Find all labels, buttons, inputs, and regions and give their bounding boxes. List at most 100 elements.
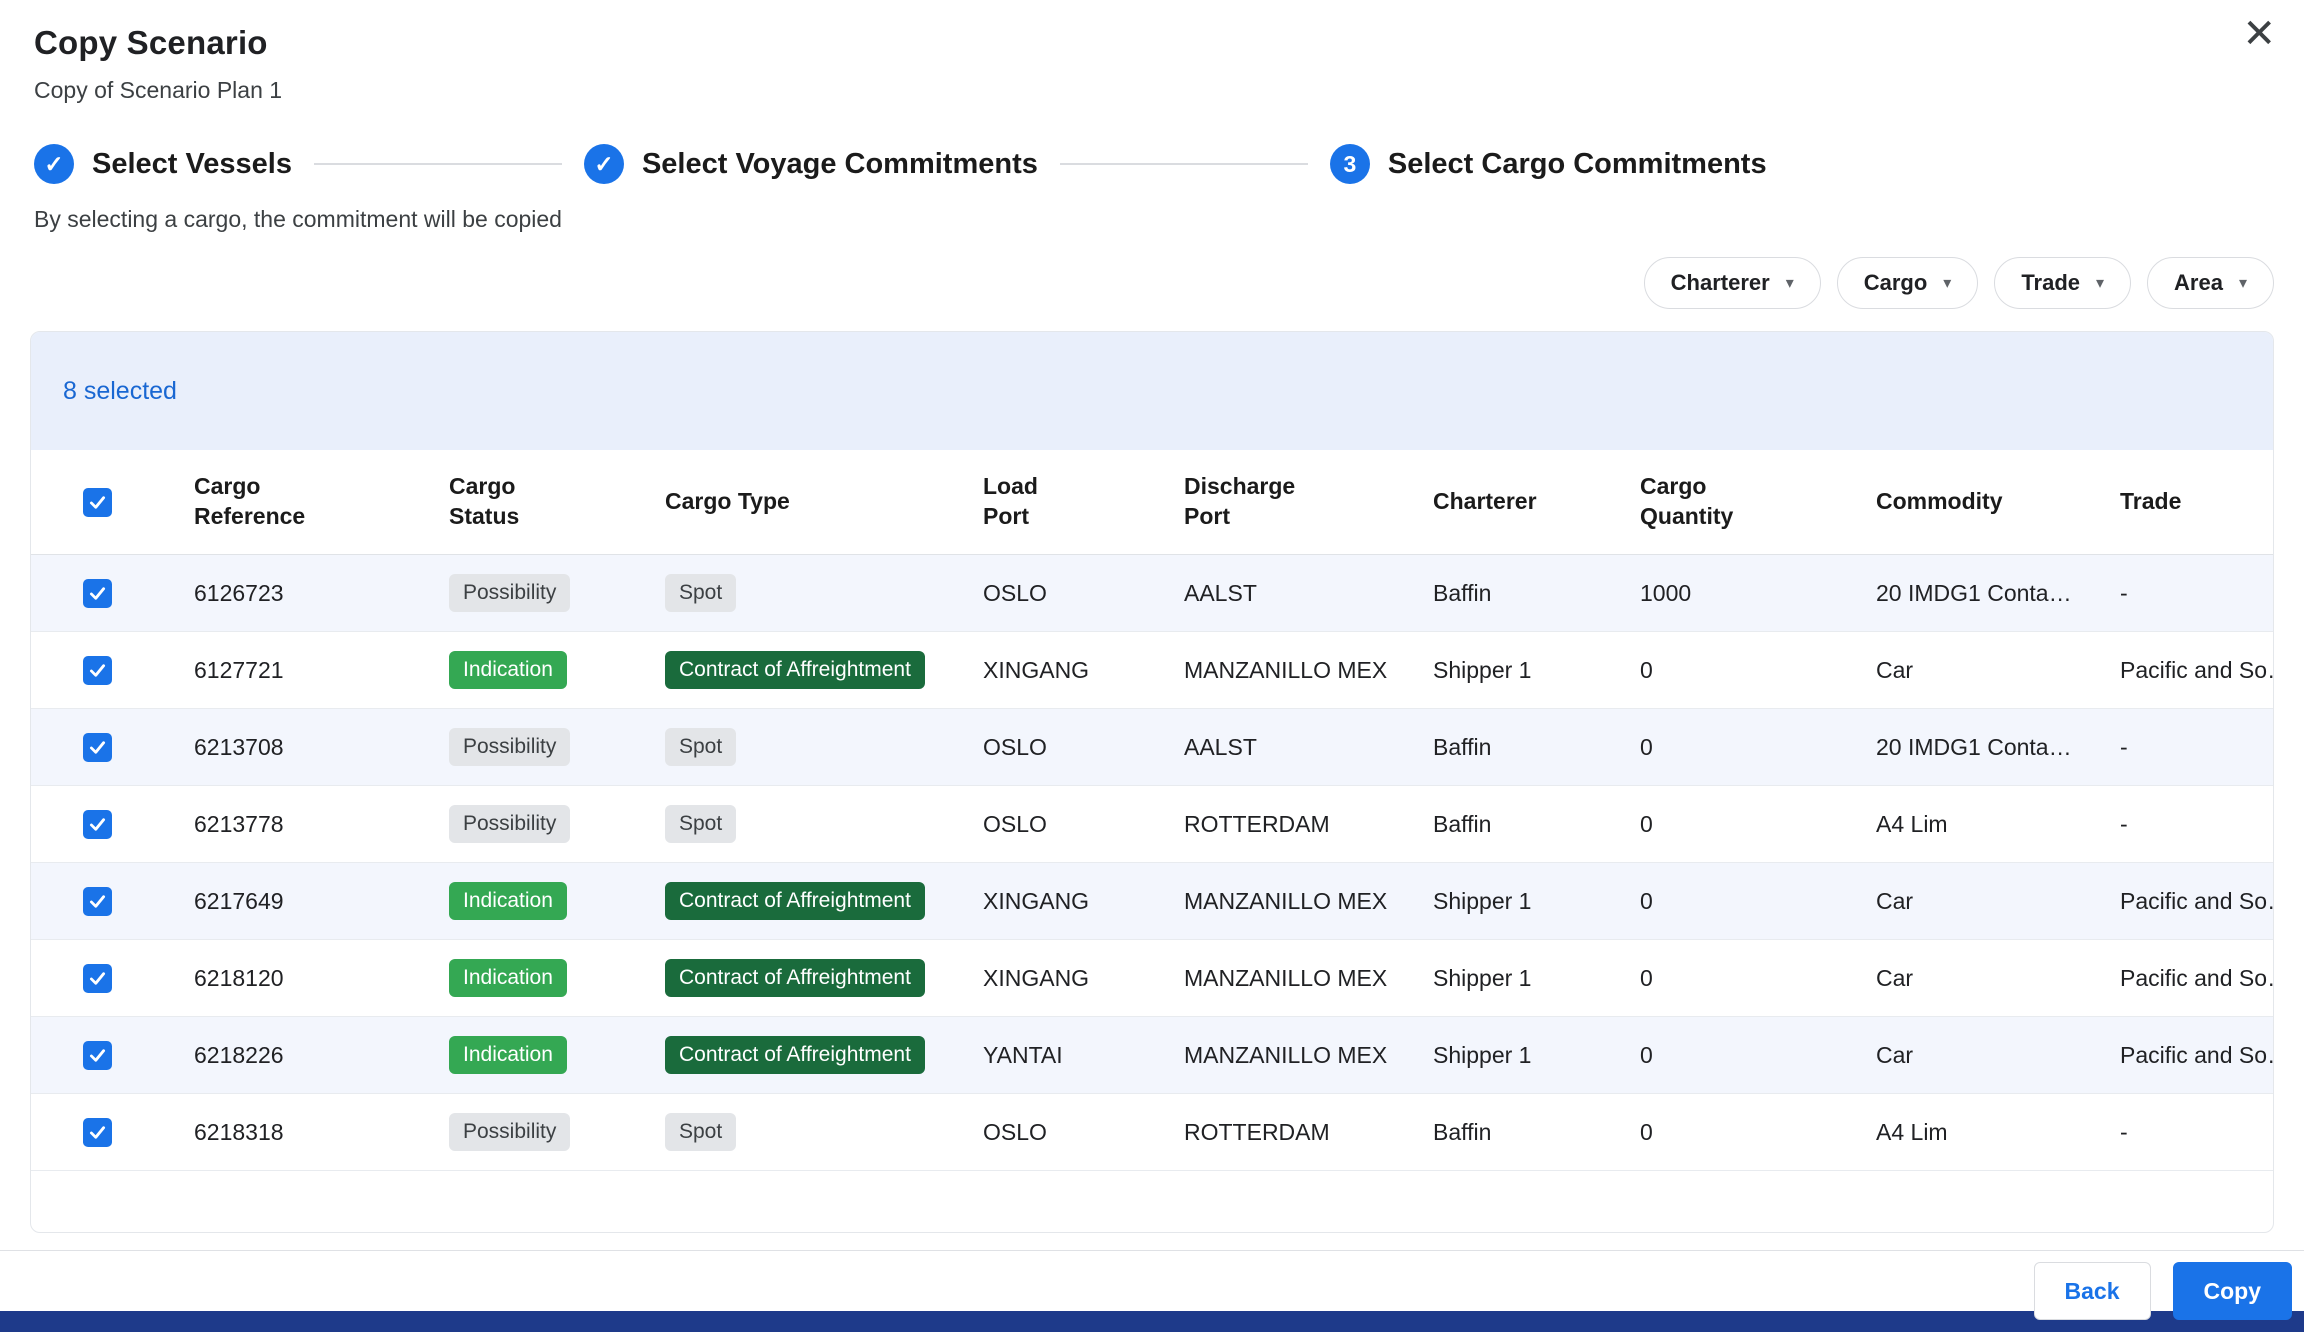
cell-cargo-quantity: 0 <box>1640 940 1876 1017</box>
cell-load-port: XINGANG <box>983 632 1184 709</box>
filter-charterer-dropdown[interactable]: Charterer ▾ <box>1644 257 1821 309</box>
cell-discharge-port: MANZANILLO MEX <box>1184 863 1433 940</box>
cargo-type-badge: Spot <box>665 805 736 843</box>
cargo-status-badge: Possibility <box>449 1113 570 1151</box>
chevron-down-icon: ▾ <box>2096 273 2104 293</box>
cell-discharge-port: AALST <box>1184 709 1433 786</box>
cell-cargo-quantity: 0 <box>1640 1017 1876 1094</box>
table-row[interactable]: 6127721IndicationContract of Affreightme… <box>31 632 2273 709</box>
step-select-vessels[interactable]: ✓ Select Vessels <box>34 144 292 184</box>
table-row[interactable]: 6213778PossibilitySpotOSLOROTTERDAMBaffi… <box>31 786 2273 863</box>
table-row[interactable]: 6217649IndicationContract of Affreightme… <box>31 863 2273 940</box>
cargo-type-badge: Contract of Affreightment <box>665 882 925 920</box>
step-select-cargo-commitments[interactable]: 3 Select Cargo Commitments <box>1330 144 1767 184</box>
cell-cargo-type: Spot <box>665 786 983 863</box>
cargo-status-badge: Possibility <box>449 805 570 843</box>
column-header: Load Port <box>983 450 1184 555</box>
cell-discharge-port: AALST <box>1184 555 1433 632</box>
step-completed-check-icon: ✓ <box>584 144 624 184</box>
row-checkbox[interactable] <box>83 887 112 916</box>
cell-cargo-type: Contract of Affreightment <box>665 1017 983 1094</box>
column-header: Cargo Quantity <box>1640 450 1876 555</box>
filter-trade-dropdown[interactable]: Trade ▾ <box>1994 257 2131 309</box>
cell-commodity: Car <box>1876 1017 2120 1094</box>
cargo-status-badge: Indication <box>449 1036 567 1074</box>
cargo-status-badge: Indication <box>449 959 567 997</box>
footer-divider <box>0 1250 2304 1251</box>
row-checkbox[interactable] <box>83 656 112 685</box>
cell-commodity: Car <box>1876 940 2120 1017</box>
cell-commodity: Car <box>1876 632 2120 709</box>
cell-trade: Pacific and So… <box>2120 863 2273 940</box>
dialog-header: Copy Scenario Copy of Scenario Plan 1 ✕ <box>0 0 2304 104</box>
cell-charterer: Baffin <box>1433 786 1640 863</box>
cell-cargo-reference: 6126723 <box>194 555 449 632</box>
chevron-down-icon: ▾ <box>2239 273 2247 293</box>
cell-cargo-type: Contract of Affreightment <box>665 863 983 940</box>
step-label: Select Cargo Commitments <box>1388 148 1767 181</box>
row-checkbox[interactable] <box>83 579 112 608</box>
stepper: ✓ Select Vessels ✓ Select Voyage Commitm… <box>0 144 2304 184</box>
copy-button[interactable]: Copy <box>2173 1262 2293 1320</box>
cargo-status-badge: Indication <box>449 651 567 689</box>
filter-bar: Charterer ▾ Cargo ▾ Trade ▾ Area ▾ <box>0 257 2304 309</box>
cell-cargo-status: Indication <box>449 863 665 940</box>
table-row[interactable]: 6218318PossibilitySpotOSLOROTTERDAMBaffi… <box>31 1094 2273 1171</box>
cell-cargo-status: Indication <box>449 1017 665 1094</box>
step-select-voyage-commitments[interactable]: ✓ Select Voyage Commitments <box>584 144 1038 184</box>
filter-cargo-dropdown[interactable]: Cargo ▾ <box>1837 257 1979 309</box>
cell-cargo-status: Possibility <box>449 786 665 863</box>
cell-cargo-status: Possibility <box>449 709 665 786</box>
column-header: Trade <box>2120 450 2273 555</box>
cell-commodity: 20 IMDG1 Conta… <box>1876 709 2120 786</box>
cell-charterer: Shipper 1 <box>1433 1017 1640 1094</box>
filter-label: Cargo <box>1864 270 1928 296</box>
cell-cargo-type: Spot <box>665 555 983 632</box>
row-checkbox[interactable] <box>83 1118 112 1147</box>
cell-cargo-reference: 6213708 <box>194 709 449 786</box>
filter-label: Trade <box>2021 270 2080 296</box>
row-checkbox[interactable] <box>83 964 112 993</box>
cell-load-port: YANTAI <box>983 1017 1184 1094</box>
cell-load-port: XINGANG <box>983 940 1184 1017</box>
row-checkbox[interactable] <box>83 733 112 762</box>
stepper-connector <box>1060 163 1308 165</box>
cell-load-port: OSLO <box>983 555 1184 632</box>
cell-cargo-quantity: 0 <box>1640 1094 1876 1171</box>
cell-cargo-reference: 6218318 <box>194 1094 449 1171</box>
cell-checkbox <box>31 1017 194 1094</box>
cell-trade: Pacific and So… <box>2120 1017 2273 1094</box>
cell-load-port: OSLO <box>983 709 1184 786</box>
cell-checkbox <box>31 555 194 632</box>
close-icon[interactable]: ✕ <box>2242 14 2276 54</box>
table-row[interactable]: 6126723PossibilitySpotOSLOAALSTBaffin100… <box>31 555 2273 632</box>
cargo-type-badge: Spot <box>665 728 736 766</box>
filter-area-dropdown[interactable]: Area ▾ <box>2147 257 2274 309</box>
cell-checkbox <box>31 709 194 786</box>
cell-discharge-port: ROTTERDAM <box>1184 1094 1433 1171</box>
cell-cargo-status: Possibility <box>449 555 665 632</box>
cargo-type-badge: Spot <box>665 574 736 612</box>
cell-commodity: 20 IMDG1 Conta… <box>1876 555 2120 632</box>
select-all-checkbox[interactable] <box>83 488 112 517</box>
cell-charterer: Shipper 1 <box>1433 940 1640 1017</box>
cargo-status-badge: Possibility <box>449 728 570 766</box>
column-header: Charterer <box>1433 450 1640 555</box>
table-row[interactable]: 6218120IndicationContract of Affreightme… <box>31 940 2273 1017</box>
cell-checkbox <box>31 940 194 1017</box>
cargo-status-badge: Possibility <box>449 574 570 612</box>
cell-cargo-type: Contract of Affreightment <box>665 940 983 1017</box>
row-checkbox[interactable] <box>83 1041 112 1070</box>
filter-label: Area <box>2174 270 2223 296</box>
cell-cargo-status: Indication <box>449 632 665 709</box>
table-row[interactable]: 6218226IndicationContract of Affreightme… <box>31 1017 2273 1094</box>
cell-cargo-reference: 6213778 <box>194 786 449 863</box>
cell-trade: - <box>2120 1094 2273 1171</box>
cell-checkbox <box>31 786 194 863</box>
cell-charterer: Baffin <box>1433 709 1640 786</box>
cell-cargo-quantity: 0 <box>1640 632 1876 709</box>
table-row[interactable]: 6213708PossibilitySpotOSLOAALSTBaffin020… <box>31 709 2273 786</box>
cell-cargo-type: Contract of Affreightment <box>665 632 983 709</box>
back-button[interactable]: Back <box>2034 1262 2151 1320</box>
row-checkbox[interactable] <box>83 810 112 839</box>
